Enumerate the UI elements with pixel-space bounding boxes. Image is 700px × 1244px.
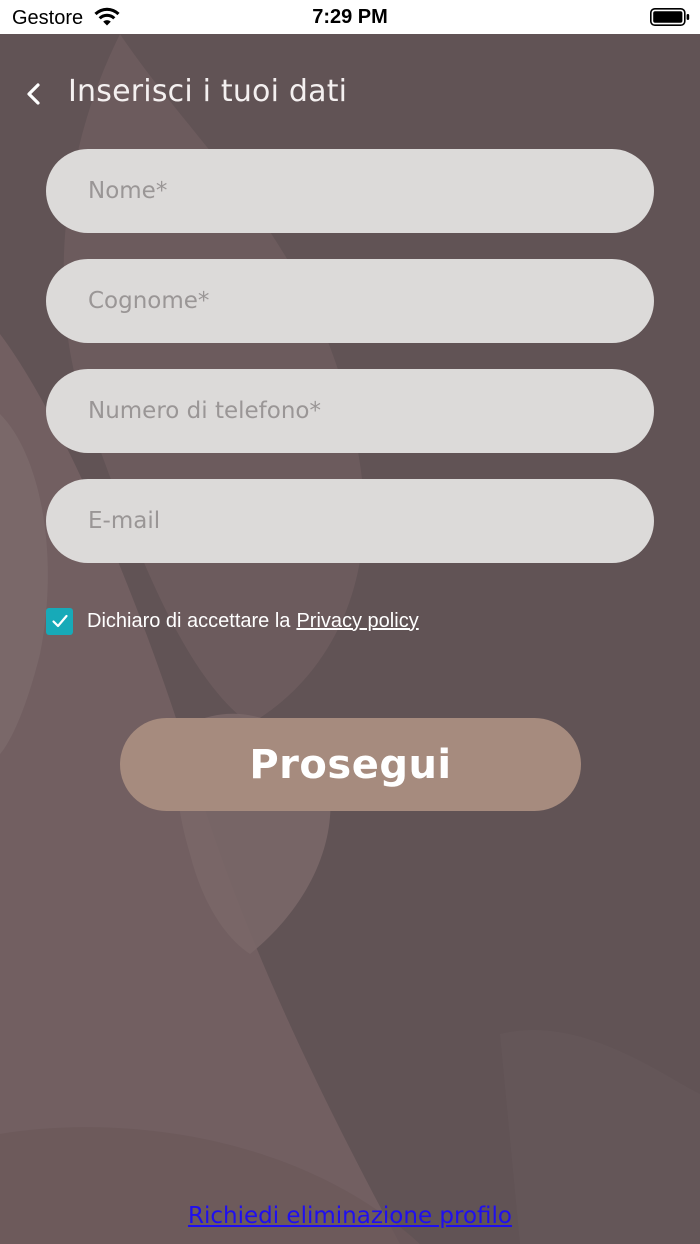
privacy-consent-row: Dichiaro di accettare la Privacy policy [46,606,419,636]
back-chevron-icon[interactable] [18,78,50,110]
phone-input[interactable] [46,369,654,453]
header: Inserisci i tuoi dati [0,34,700,144]
email-field-container [46,479,654,563]
delete-profile-link[interactable]: Richiedi eliminazione profilo [188,1203,512,1229]
first-name-field-container [46,149,654,233]
email-input[interactable] [46,479,654,563]
battery-icon [650,8,690,26]
page-title: Inserisci i tuoi dati [68,74,348,109]
privacy-policy-link[interactable]: Privacy policy [296,610,418,633]
screen: Gestore 7:29 PM Inserisci i tuoi dati No… [0,0,700,1244]
first-name-input[interactable] [46,149,654,233]
checkmark-icon [51,614,68,628]
status-bar: Gestore 7:29 PM [0,0,700,34]
consent-text: Dichiaro di accettare la [87,609,291,632]
last-name-input[interactable] [46,259,654,343]
phone-field-container [46,369,654,453]
last-name-field-container [46,259,654,343]
clock: 7:29 PM [312,6,388,28]
continue-button[interactable]: Prosegui [120,718,581,811]
privacy-checkbox[interactable] [46,607,73,635]
delete-profile-link-container: Richiedi eliminazione profilo [0,1203,700,1229]
